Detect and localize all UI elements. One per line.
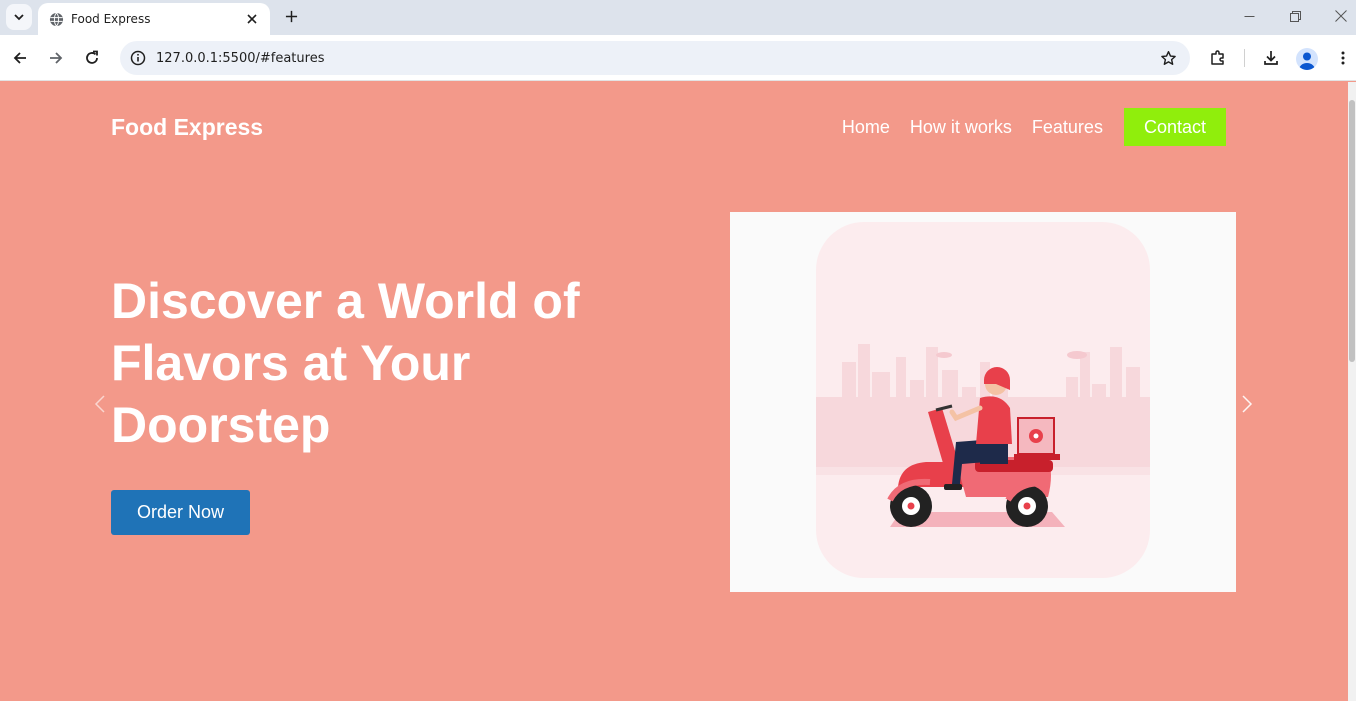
downloads-button[interactable] (1257, 44, 1285, 72)
page-scrollbar[interactable] (1348, 82, 1356, 701)
toolbar-separator (1244, 49, 1245, 67)
carousel-next-button[interactable] (1237, 392, 1257, 416)
arrow-right-icon (50, 52, 63, 64)
puzzle-icon (1211, 50, 1224, 65)
site-info-icon[interactable] (128, 48, 148, 68)
profile-avatar-icon[interactable] (1296, 48, 1318, 70)
minimize-button[interactable] (1226, 2, 1272, 30)
nav-how-it-works[interactable]: How it works (910, 117, 1012, 138)
browser-toolbar: 127.0.0.1:5500/#features (0, 35, 1356, 81)
reload-button[interactable] (78, 44, 106, 72)
tab-title: Food Express (71, 12, 151, 26)
back-button[interactable] (6, 44, 34, 72)
tab-search-button[interactable] (6, 4, 32, 30)
hero-title: Discover a World of Flavors at Your Door… (111, 273, 580, 453)
arrow-left-icon (13, 52, 26, 64)
browser-tabstrip: Food Express (0, 0, 1356, 35)
browser-menu-button[interactable] (1329, 44, 1356, 72)
chevron-left-icon (94, 395, 105, 413)
chevron-right-icon (1242, 395, 1253, 413)
browser-tab-active[interactable]: Food Express (38, 3, 270, 35)
url-text: 127.0.0.1:5500/#features (156, 50, 325, 66)
nav-home[interactable]: Home (842, 117, 890, 138)
contact-button[interactable]: Contact (1123, 108, 1226, 146)
chevron-down-icon (14, 14, 24, 21)
reload-icon (86, 50, 98, 64)
site-brand-logo[interactable]: Food Express (111, 114, 263, 141)
carousel-prev-button[interactable] (90, 392, 110, 416)
address-bar[interactable]: 127.0.0.1:5500/#features (120, 41, 1190, 75)
download-icon (1264, 51, 1278, 65)
scrollbar-thumb[interactable] (1349, 100, 1355, 362)
minimize-icon (1244, 15, 1254, 17)
forward-button[interactable] (42, 44, 70, 72)
page-viewport: Food Express Home How it works Features … (0, 82, 1348, 701)
delivery-scooter-illustration (730, 212, 1236, 592)
extensions-button[interactable] (1204, 44, 1232, 72)
more-vertical-icon (1341, 51, 1345, 65)
plus-icon (285, 10, 297, 22)
close-icon (1335, 10, 1347, 22)
nav-features[interactable]: Features (1032, 117, 1103, 138)
bookmark-star-icon[interactable] (1158, 48, 1178, 68)
order-now-button[interactable]: Order Now (111, 490, 250, 535)
restore-button[interactable] (1272, 2, 1318, 30)
new-tab-button[interactable] (280, 5, 302, 27)
close-tab-icon[interactable] (242, 9, 262, 29)
close-window-button[interactable] (1318, 2, 1356, 30)
globe-icon (48, 11, 64, 27)
main-nav: Home How it works Features Contact (822, 108, 1226, 146)
restore-icon (1289, 10, 1301, 22)
